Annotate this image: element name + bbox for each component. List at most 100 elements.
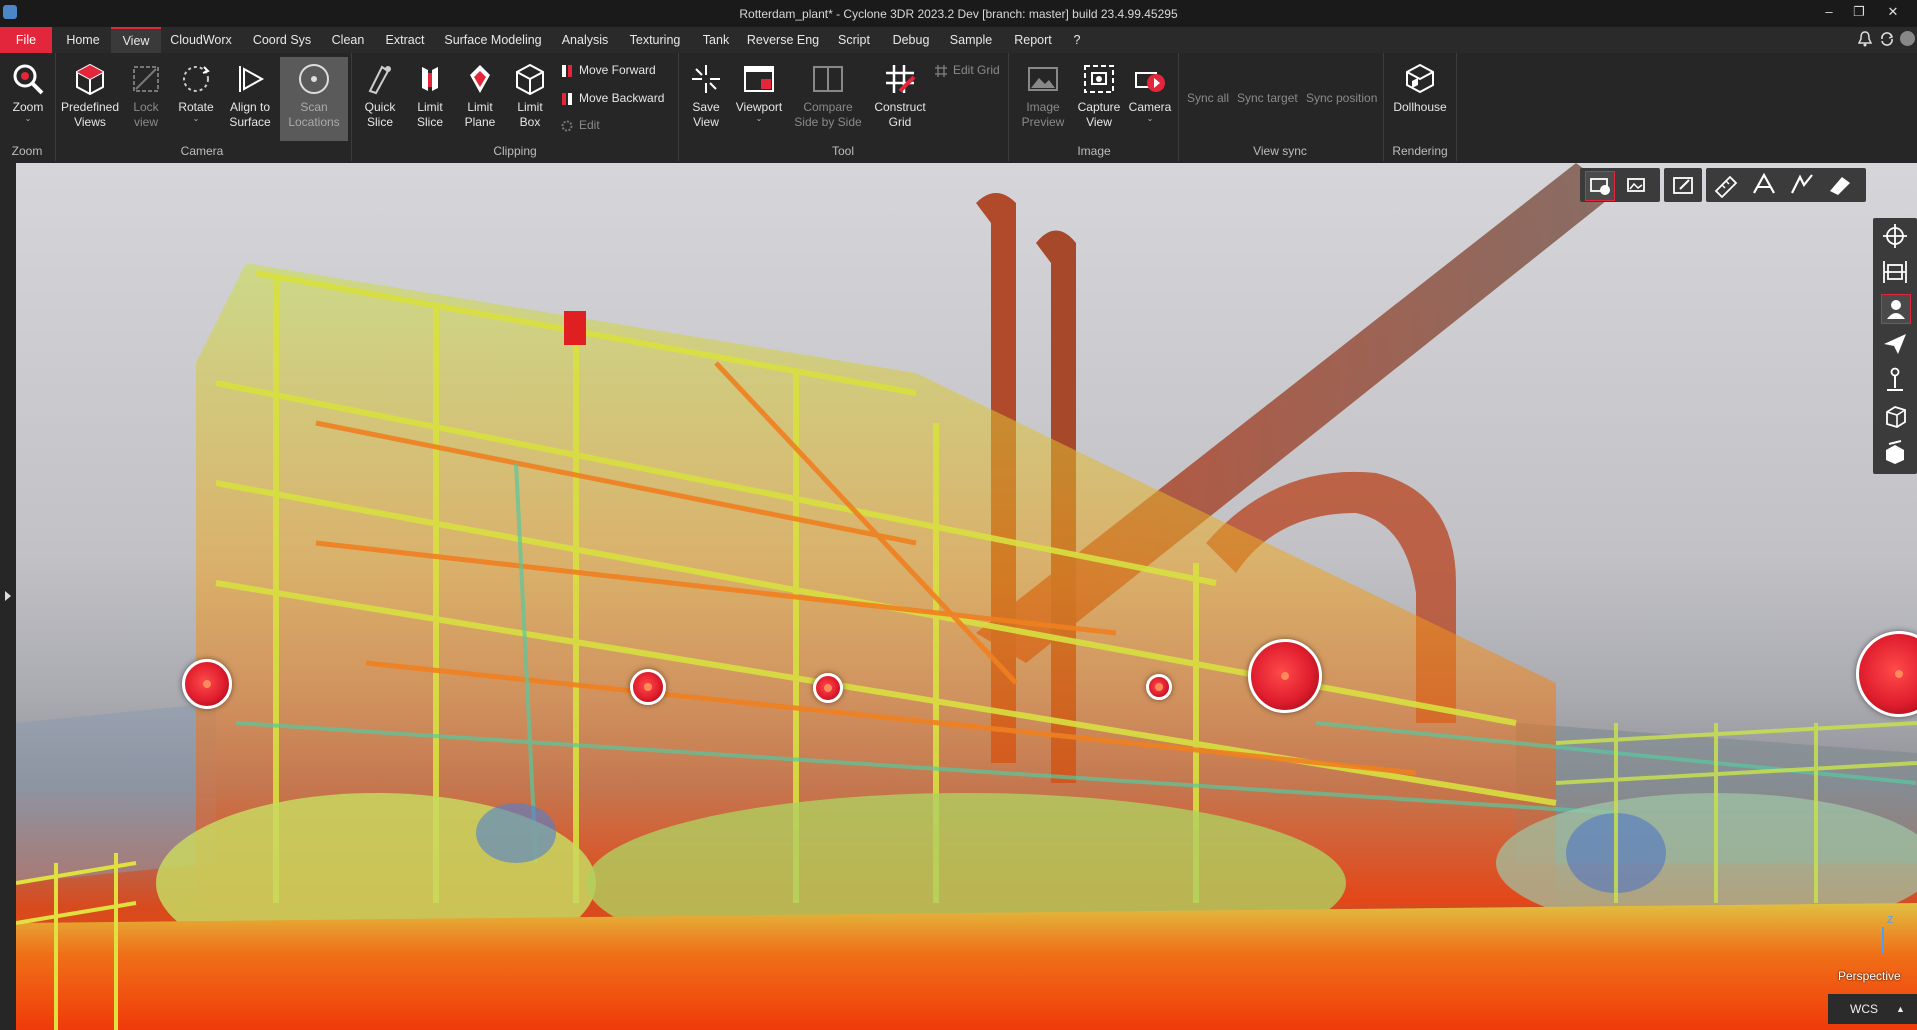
menu-clean[interactable]: Clean xyxy=(326,27,370,53)
capture-view-label: Capture View xyxy=(1077,100,1121,129)
fit-icon xyxy=(1883,261,1907,283)
close-button[interactable]: ✕ xyxy=(1880,2,1906,22)
title-bar: Rotterdam_plant* - Cyclone 3DR 2023.2 De… xyxy=(0,0,1917,26)
measure-area-button[interactable] xyxy=(1826,171,1854,199)
grid-icon xyxy=(886,65,916,93)
menu-surface-modeling[interactable]: Surface Modeling xyxy=(440,27,546,53)
compare-side-by-side-button[interactable]: Compare Side by Side xyxy=(790,57,866,130)
image-stack-icon xyxy=(1627,178,1645,192)
menu-view[interactable]: View xyxy=(111,27,161,53)
scan-location-marker[interactable] xyxy=(1248,639,1322,713)
fly-mode-button[interactable] xyxy=(1881,330,1909,358)
coordinate-system-selector[interactable]: WCS ▲ xyxy=(1828,994,1917,1024)
group-label-zoom: Zoom xyxy=(11,144,43,158)
sync-icon[interactable] xyxy=(1879,31,1895,47)
menu-cloudworx[interactable]: CloudWorx xyxy=(165,27,237,53)
markup-button[interactable] xyxy=(1669,171,1697,199)
quick-slice-icon xyxy=(368,65,391,95)
scan-location-marker[interactable] xyxy=(630,669,666,705)
compare-icon xyxy=(813,66,843,92)
rotate-button[interactable]: Rotate ⌄ xyxy=(172,57,220,123)
construct-grid-button[interactable]: Construct Grid xyxy=(870,57,930,130)
quick-slice-button[interactable]: Quick Slice xyxy=(356,57,404,130)
menu-help[interactable]: ? xyxy=(1066,27,1088,53)
point-cloud-scene xyxy=(16,163,1917,1030)
minimize-button[interactable]: – xyxy=(1816,2,1842,22)
fit-view-button[interactable] xyxy=(1881,258,1909,286)
lock-view-button[interactable]: Lock view xyxy=(124,57,168,130)
menu-reverse-eng[interactable]: Reverse Eng xyxy=(746,27,820,53)
sync-all-button[interactable]: Sync all xyxy=(1187,89,1229,107)
orthographic-button[interactable] xyxy=(1881,402,1909,430)
scan-location-marker[interactable] xyxy=(1146,674,1172,700)
wcs-label: WCS xyxy=(1850,1002,1878,1016)
group-label-tool: Tool xyxy=(831,144,854,158)
align-to-surface-label: Align to Surface xyxy=(229,100,271,129)
menu-tank[interactable]: Tank xyxy=(696,27,736,53)
measure-angle-button[interactable] xyxy=(1750,171,1778,199)
align-surface-icon xyxy=(239,66,265,92)
menu-script[interactable]: Script xyxy=(830,27,878,53)
section-view-button[interactable] xyxy=(1881,438,1909,466)
ruler-icon xyxy=(1714,175,1738,199)
menu-coord-sys[interactable]: Coord Sys xyxy=(248,27,316,53)
lock-view-label: Lock view xyxy=(133,100,159,129)
scan-view-icon xyxy=(1590,178,1610,195)
viewport-icon xyxy=(744,66,774,92)
measure-height-button[interactable] xyxy=(1788,171,1816,199)
move-icon xyxy=(1883,224,1907,248)
dollhouse-button[interactable]: Dollhouse xyxy=(1390,57,1450,115)
standing-person-icon xyxy=(1887,367,1903,391)
sync-target-button[interactable]: Sync target xyxy=(1237,89,1298,107)
menu-home[interactable]: Home xyxy=(58,27,108,53)
image-preview-button[interactable]: Image Preview xyxy=(1018,57,1068,130)
scan-locations-label: Scan Locations xyxy=(288,100,340,129)
pan-button[interactable] xyxy=(1881,222,1909,250)
limit-plane-button[interactable]: Limit Plane xyxy=(456,57,504,130)
left-panel-strip[interactable] xyxy=(0,163,16,1030)
camera-button[interactable]: Camera ⌄ xyxy=(1126,57,1174,123)
viewport-button[interactable]: Viewport ⌄ xyxy=(732,57,786,123)
align-to-surface-button[interactable]: Align to Surface xyxy=(222,57,278,130)
person-icon xyxy=(1887,300,1905,319)
menu-sample[interactable]: Sample xyxy=(944,27,998,53)
menu-report[interactable]: Report xyxy=(1008,27,1058,53)
restore-button[interactable]: ❐ xyxy=(1846,2,1872,22)
menu-extract[interactable]: Extract xyxy=(380,27,430,53)
ground-mode-button[interactable] xyxy=(1881,366,1909,394)
limit-slice-button[interactable]: Limit Slice xyxy=(406,57,454,130)
move-forward-button[interactable]: Move Forward xyxy=(560,61,656,79)
scan-view-toolbar xyxy=(1580,168,1660,202)
bell-icon[interactable] xyxy=(1857,31,1873,47)
3d-viewport[interactable]: Z xyxy=(16,163,1917,1030)
predefined-views-button[interactable]: Predefined Views xyxy=(58,57,122,130)
capture-view-button[interactable]: Capture View xyxy=(1074,57,1124,130)
limit-box-button[interactable]: Limit Box xyxy=(506,57,554,130)
menu-bar: File Home View CloudWorx Coord Sys Clean… xyxy=(0,27,1917,53)
scan-locations-button[interactable]: Scan Locations xyxy=(280,57,348,141)
scan-location-icon xyxy=(299,64,329,94)
save-view-button[interactable]: Save View xyxy=(682,57,730,130)
account-icon[interactable] xyxy=(1900,31,1915,46)
measure-distance-button[interactable] xyxy=(1712,171,1740,199)
menu-debug[interactable]: Debug xyxy=(888,27,934,53)
walk-mode-button[interactable] xyxy=(1881,294,1911,324)
edit-grid-label: Edit Grid xyxy=(953,63,1000,77)
scan-location-marker[interactable] xyxy=(182,659,232,709)
move-backward-button[interactable]: Move Backward xyxy=(560,89,664,107)
scan-location-marker[interactable] xyxy=(813,673,843,703)
dollhouse-label: Dollhouse xyxy=(1393,100,1447,114)
sync-position-button[interactable]: Sync position xyxy=(1306,89,1377,107)
edit-clipping-button[interactable]: Edit xyxy=(560,116,600,134)
image-view-mode-button[interactable] xyxy=(1622,171,1650,199)
scan-view-mode-button[interactable] xyxy=(1585,171,1615,201)
expand-panel-icon[interactable] xyxy=(5,591,11,601)
zoom-button[interactable]: Zoom ⌄ xyxy=(4,57,52,123)
menu-analysis[interactable]: Analysis xyxy=(556,27,614,53)
magnifier-icon xyxy=(13,64,44,95)
menu-file[interactable]: File xyxy=(0,27,52,53)
markup-toolbar xyxy=(1664,168,1702,202)
edit-grid-button[interactable]: Edit Grid xyxy=(934,61,1000,79)
save-view-icon xyxy=(692,65,720,93)
menu-texturing[interactable]: Texturing xyxy=(624,27,686,53)
